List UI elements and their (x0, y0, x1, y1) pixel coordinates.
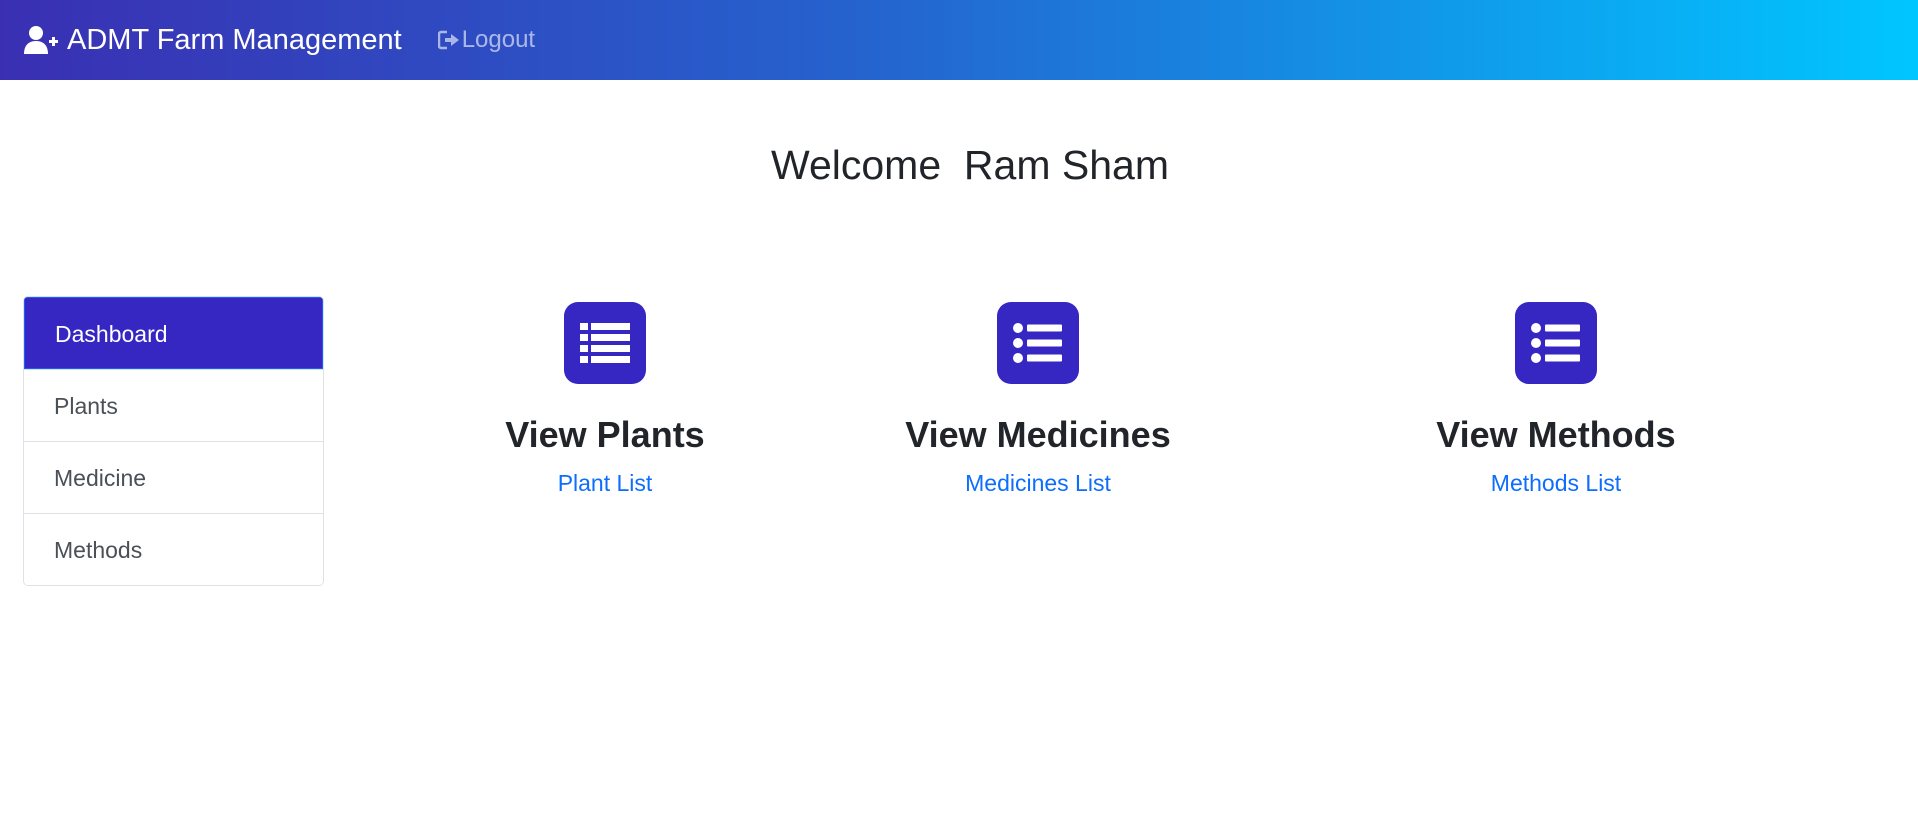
card-view-medicines: View Medicines Medicines List (888, 302, 1188, 497)
list-ul-icon (997, 302, 1079, 384)
medicines-list-link[interactable]: Medicines List (888, 470, 1188, 497)
card-title: View Medicines (905, 414, 1171, 455)
user-plus-icon (24, 26, 58, 54)
sidebar-item-methods[interactable]: Methods (24, 513, 323, 585)
sidebar-item-medicine[interactable]: Medicine (24, 441, 323, 513)
list-ul-icon (1515, 302, 1597, 384)
card-title: View Methods (1436, 414, 1676, 455)
top-navbar: ADMT Farm Management Logout (0, 0, 1918, 80)
methods-list-link[interactable]: Methods List (1406, 470, 1706, 497)
card-title: View Plants (505, 414, 705, 455)
sidebar-item-plants[interactable]: Plants (24, 369, 323, 441)
welcome-heading: Welcome Ram Sham (771, 142, 1169, 188)
card-view-plants: View Plants Plant List (505, 302, 705, 497)
plant-list-link[interactable]: Plant List (505, 470, 705, 497)
card-view-methods: View Methods Methods List (1406, 302, 1706, 497)
sidebar-menu: Dashboard Plants Medicine Methods (23, 296, 324, 586)
sidebar-item-dashboard[interactable]: Dashboard (24, 297, 323, 369)
logout-link[interactable]: Logout (437, 26, 536, 54)
logout-label: Logout (461, 26, 536, 53)
brand-link[interactable]: ADMT Farm Management (23, 24, 402, 57)
sign-out-icon (437, 30, 459, 50)
list-icon (564, 302, 646, 384)
brand-title: ADMT Farm Management (67, 23, 402, 56)
